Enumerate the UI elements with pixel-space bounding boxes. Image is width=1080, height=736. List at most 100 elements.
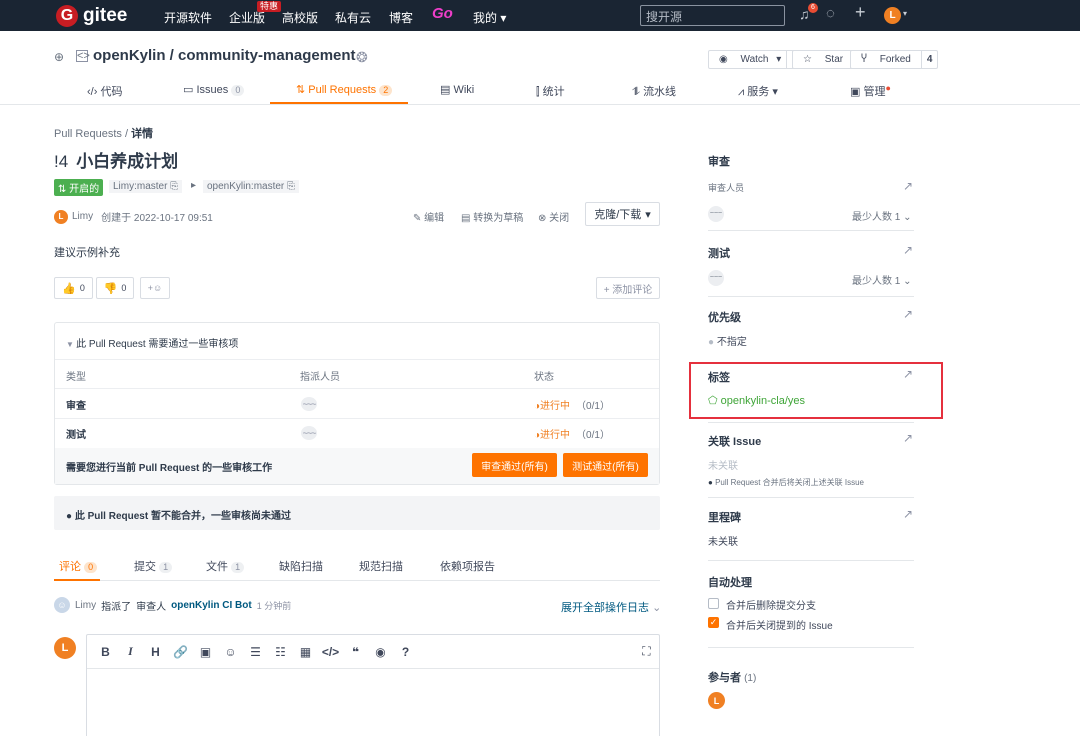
- avatar-chevron-icon[interactable]: ▾: [903, 9, 907, 18]
- nav-private-cloud[interactable]: 私有云: [335, 9, 371, 26]
- code-block-icon[interactable]: </>: [318, 645, 343, 659]
- bullet-list-icon[interactable]: ☰: [243, 645, 268, 659]
- test-min-select[interactable]: 最少人数 1 ⌄: [852, 272, 912, 287]
- participant-avatar[interactable]: L: [708, 692, 725, 709]
- nav-mine[interactable]: 我的 ▾: [473, 9, 506, 26]
- fork-icon: Ⴤ: [861, 54, 870, 65]
- log-bot[interactable]: openKylin CI Bot: [171, 600, 252, 611]
- log-user[interactable]: Limy: [75, 600, 96, 611]
- convert-draft-button[interactable]: ▤ 转换为草稿: [461, 209, 523, 224]
- expand-log-button[interactable]: 展开全部操作日志 ⌄: [561, 599, 661, 615]
- copy-icon[interactable]: ⎘: [170, 181, 178, 192]
- link-icon[interactable]: 🔗: [168, 645, 193, 659]
- log-role: 审查人: [136, 601, 167, 613]
- nav-university[interactable]: 高校版: [282, 9, 318, 26]
- clone-download-button[interactable]: 克隆/下载 ▾: [585, 202, 660, 226]
- comment-avatar: L: [54, 637, 76, 659]
- tab-defect-scan[interactable]: 缺陷扫描: [279, 558, 323, 574]
- edit-icon[interactable]: ↗: [903, 507, 913, 521]
- tab-issues[interactable]: ▭ Issues 0: [183, 83, 245, 96]
- review-box-title: 此 Pull Request 需要通过一些审核项: [76, 339, 239, 350]
- status-label: 开启的: [69, 184, 100, 195]
- tab-spec-scan[interactable]: 规范扫描: [359, 558, 403, 574]
- heading-icon[interactable]: H: [143, 645, 168, 659]
- test-status-label: 进行中: [540, 430, 571, 441]
- assignee-avatar[interactable]: ~~~: [301, 397, 317, 411]
- brand-logo[interactable]: G gitee: [56, 5, 127, 27]
- ordered-list-icon[interactable]: ☷: [268, 645, 293, 659]
- italic-icon[interactable]: I: [118, 644, 143, 659]
- help-icon[interactable]: ?: [393, 645, 418, 659]
- activity-log: ☺ Limy 指派了 审查人 openKylin CI Bot 1 分钟前: [54, 597, 291, 613]
- quote-icon[interactable]: ❝: [343, 645, 368, 659]
- breadcrumb-root[interactable]: Pull Requests: [54, 128, 122, 140]
- approve-review-button[interactable]: 审查通过(所有): [472, 453, 557, 477]
- location-icon[interactable]: ◌: [826, 5, 835, 22]
- tab-code[interactable]: ‹/› 代码: [87, 83, 122, 99]
- tab-issues-label: Issues: [196, 84, 229, 96]
- fork-button[interactable]: Ⴤ Forked 4: [850, 50, 939, 69]
- target-branch[interactable]: openKylin:master ⎘: [203, 180, 300, 193]
- tab-pull-requests[interactable]: ⇅ Pull Requests 2: [296, 83, 393, 96]
- emoji-icon[interactable]: ☺: [218, 645, 243, 659]
- tab-pipeline[interactable]: ⥮ 流水线: [632, 83, 676, 99]
- edit-icon[interactable]: ↗: [903, 431, 913, 445]
- breadcrumb-sep: /: [124, 128, 128, 140]
- tab-commits[interactable]: 提交 1: [134, 558, 173, 574]
- author-name[interactable]: Limy: [72, 211, 93, 222]
- review-min-select[interactable]: 最少人数 1 ⌄: [852, 208, 912, 223]
- search-input[interactable]: 搜开源: [640, 5, 785, 26]
- edit-icon[interactable]: ↗: [903, 179, 913, 193]
- tab-service[interactable]: ⩘ 服务 ▾: [738, 83, 778, 99]
- edit-icon[interactable]: ↗: [903, 243, 913, 257]
- editor-toolbar: B I H 🔗 ▣ ☺ ☰ ☷ ▦ </> ❝ ◉ ? ⛶: [87, 635, 659, 669]
- nav-open-source[interactable]: 开源软件: [164, 9, 212, 26]
- merge-warning-text: ● 此 Pull Request 暂不能合并，一些审核尚未通过: [66, 507, 291, 522]
- close-label: 关闭: [549, 213, 570, 224]
- tab-wiki[interactable]: ▤ Wiki: [440, 83, 474, 96]
- delete-branch-checkbox[interactable]: [708, 598, 719, 609]
- nav-blog[interactable]: 博客: [389, 9, 413, 26]
- bold-icon[interactable]: B: [93, 645, 118, 659]
- chevron-down-icon: ▾: [500, 11, 507, 25]
- tab-files[interactable]: 文件 1: [206, 558, 245, 574]
- tab-wiki-label: Wiki: [453, 84, 475, 96]
- repo-title[interactable]: openKylin / community-management: [93, 47, 356, 64]
- edit-icon[interactable]: ↗: [903, 307, 913, 321]
- tab-manage[interactable]: ▣ 管理●: [850, 83, 891, 99]
- sidebar-test-title: 测试: [708, 248, 730, 260]
- tab-stats[interactable]: ⫿ 统计: [536, 83, 565, 99]
- pr-number: !4: [54, 152, 69, 171]
- divider: [708, 230, 914, 231]
- nav-go[interactable]: Go: [432, 5, 453, 22]
- approve-test-button[interactable]: 测试通过(所有): [563, 453, 648, 477]
- review-box-header[interactable]: ▼ 此 Pull Request 需要通过一些审核项: [66, 335, 238, 350]
- pull-request-icon: ⇅: [296, 84, 309, 96]
- preview-icon[interactable]: ◉: [368, 645, 393, 659]
- edit-label: 编辑: [424, 213, 445, 224]
- image-icon[interactable]: ▣: [193, 645, 218, 659]
- divider: [708, 296, 914, 297]
- log-time: 1 分钟前: [256, 600, 292, 611]
- thumbs-up-button[interactable]: 👍 0: [54, 277, 93, 299]
- add-comment-button[interactable]: + 添加评论: [596, 277, 660, 299]
- top-navbar: [0, 0, 1080, 31]
- author-avatar[interactable]: L: [54, 209, 68, 224]
- assignee-avatar[interactable]: ~~~: [301, 426, 317, 440]
- tab-comments[interactable]: 评论 0: [59, 558, 98, 574]
- tab-dependency-report[interactable]: 依赖项报告: [440, 558, 495, 574]
- add-reaction-button[interactable]: +☺: [140, 277, 170, 299]
- tester-avatar[interactable]: ~~~: [708, 270, 724, 286]
- close-button[interactable]: ⊗ 关闭: [538, 209, 569, 224]
- copy-icon[interactable]: ⎘: [287, 181, 295, 192]
- thumbs-down-button[interactable]: 👎 0: [96, 277, 134, 299]
- source-branch[interactable]: Limy:master ⎘: [109, 180, 183, 193]
- plus-icon[interactable]: +: [855, 2, 866, 23]
- close-issue-checkbox[interactable]: ✓: [708, 617, 719, 628]
- user-avatar[interactable]: L: [884, 7, 901, 24]
- tab-service-label: 服务: [747, 86, 770, 98]
- reviewer-avatar[interactable]: ~~~: [708, 206, 724, 222]
- fullscreen-icon[interactable]: ⛶: [634, 644, 659, 659]
- edit-button[interactable]: ✎ 编辑: [413, 209, 444, 224]
- table-icon[interactable]: ▦: [293, 645, 318, 659]
